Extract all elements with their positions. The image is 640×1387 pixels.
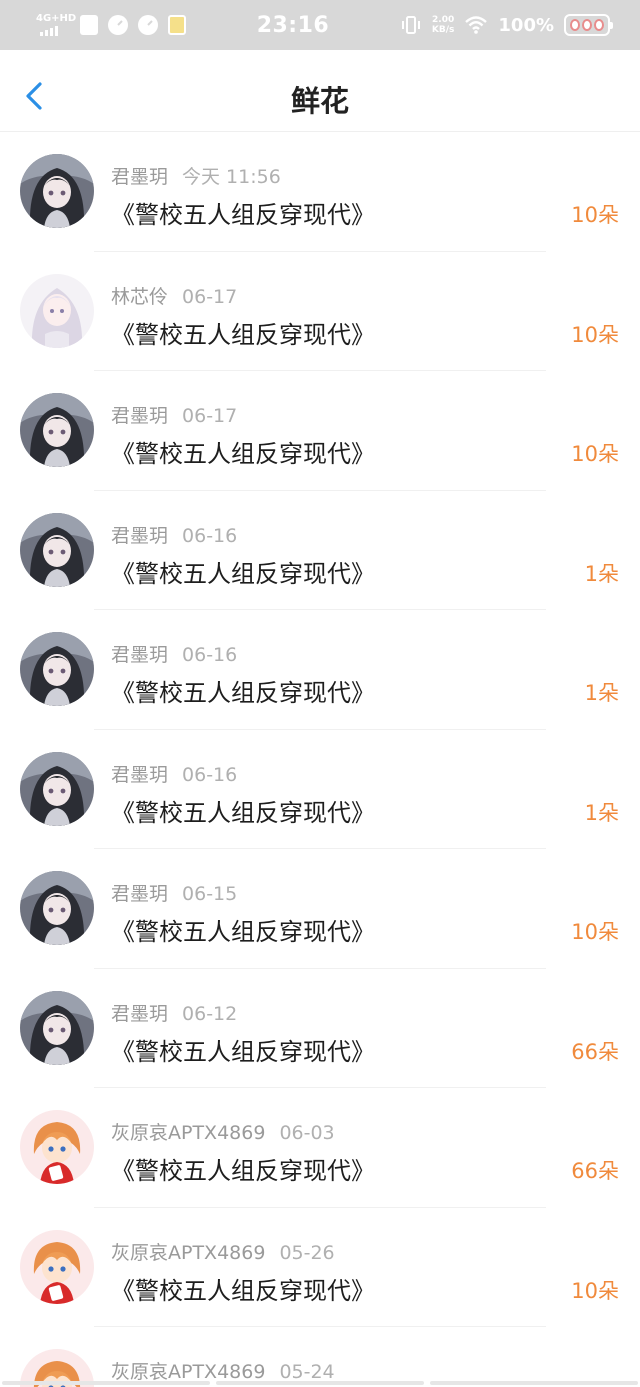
- flower-amount: 1朵: [584, 561, 619, 586]
- avatar[interactable]: [20, 632, 94, 706]
- status-bar: 4G+HD 23:16 2.00 KB/s 100%: [0, 0, 640, 50]
- flower-amount: 10朵: [571, 1278, 619, 1303]
- flower-records-screen: 4G+HD 23:16 2.00 KB/s 100% 鲜花 君墨玥 今天 11:…: [0, 0, 640, 1387]
- avatar[interactable]: [20, 154, 94, 228]
- list-item[interactable]: 君墨玥 今天 11:56 《警校五人组反穿现代》 10朵: [0, 132, 640, 252]
- record-meta: 君墨玥 今天 11:56: [111, 162, 281, 189]
- avatar[interactable]: [20, 751, 94, 826]
- clipboard-icon: [80, 15, 98, 35]
- list-item[interactable]: 君墨玥 06-15 《警校五人组反穿现代》 10朵: [0, 849, 640, 969]
- avatar[interactable]: [20, 1229, 94, 1304]
- wifi-icon: [465, 16, 488, 34]
- book-title[interactable]: 《警校五人组反穿现代》: [111, 434, 375, 469]
- book-title[interactable]: 《警校五人组反穿现代》: [111, 1032, 375, 1067]
- battery-percent: 100%: [498, 14, 554, 36]
- list-item[interactable]: 灰原哀APTX4869 06-03 《警校五人组反穿现代》 66朵: [0, 1088, 640, 1208]
- book-title[interactable]: 《警校五人组反穿现代》: [111, 1151, 375, 1186]
- flower-amount: 66朵: [571, 1159, 619, 1183]
- app-notification-icon: [168, 15, 186, 35]
- record-time: 今天 11:56: [182, 166, 281, 188]
- record-meta: 君墨玥 06-12: [111, 999, 237, 1026]
- user-name[interactable]: 君墨玥: [111, 644, 168, 666]
- status-right: 2.00 KB/s 100%: [400, 14, 613, 36]
- avatar[interactable]: [20, 871, 94, 945]
- list-item[interactable]: 灰原哀APTX4869 05-24: [0, 1327, 640, 1387]
- list-item[interactable]: 灰原哀APTX4869 05-26 《警校五人组反穿现代》 10朵: [0, 1208, 640, 1327]
- list-item[interactable]: 君墨玥 06-16 《警校五人组反穿现代》 1朵: [0, 610, 640, 730]
- list-item[interactable]: 君墨玥 06-16 《警校五人组反穿现代》 1朵: [0, 730, 640, 849]
- book-title[interactable]: 《警校五人组反穿现代》: [111, 912, 375, 947]
- network-type: 4G+HD: [36, 13, 77, 24]
- signal-icon: 4G+HD: [36, 10, 76, 40]
- user-name[interactable]: 君墨玥: [111, 1003, 168, 1025]
- flower-amount: 66朵: [571, 1039, 619, 1064]
- flower-amount: 10朵: [571, 203, 619, 227]
- record-time: 05-24: [279, 1361, 335, 1383]
- record-meta: 灰原哀APTX4869 05-24: [111, 1357, 335, 1384]
- list-item[interactable]: 林芯伶 06-17 《警校五人组反穿现代》 10朵: [0, 252, 640, 371]
- user-name[interactable]: 灰原哀APTX4869: [111, 1242, 265, 1264]
- book-title[interactable]: 《警校五人组反穿现代》: [111, 1271, 375, 1306]
- record-meta: 灰原哀APTX4869 06-03: [111, 1118, 335, 1145]
- book-title[interactable]: 《警校五人组反穿现代》: [111, 195, 375, 230]
- book-title[interactable]: 《警校五人组反穿现代》: [111, 793, 375, 828]
- user-name[interactable]: 君墨玥: [111, 764, 168, 786]
- user-name[interactable]: 林芯伶: [111, 286, 168, 308]
- record-meta: 君墨玥 06-16: [111, 521, 237, 548]
- user-name[interactable]: 灰原哀APTX4869: [111, 1122, 265, 1144]
- user-name[interactable]: 灰原哀APTX4869: [111, 1361, 265, 1383]
- record-meta: 君墨玥 06-15: [111, 879, 237, 906]
- record-meta: 林芯伶 06-17: [111, 282, 237, 309]
- clock: 23:16: [256, 12, 330, 38]
- avatar[interactable]: [20, 1110, 94, 1184]
- flower-amount: 1朵: [584, 681, 619, 705]
- record-time: 06-17: [182, 405, 238, 427]
- list-item[interactable]: 君墨玥 06-16 《警校五人组反穿现代》 1朵: [0, 491, 640, 610]
- flower-record-list: 君墨玥 今天 11:56 《警校五人组反穿现代》 10朵 林芯伶 06-17 《警校…: [0, 132, 640, 1387]
- list-item[interactable]: 君墨玥 06-12 《警校五人组反穿现代》 66朵: [0, 969, 640, 1088]
- bottom-indicator: [0, 1381, 640, 1387]
- nav-header: 鲜花: [0, 50, 640, 132]
- user-name[interactable]: 君墨玥: [111, 166, 168, 188]
- avatar[interactable]: [20, 393, 94, 467]
- record-time: 06-15: [182, 883, 238, 905]
- avatar[interactable]: [20, 512, 94, 587]
- record-time: 06-16: [182, 524, 238, 547]
- list-item[interactable]: 君墨玥 06-17 《警校五人组反穿现代》 10朵: [0, 371, 640, 491]
- record-time: 06-16: [182, 644, 238, 666]
- flower-amount: 1朵: [584, 800, 619, 825]
- net-speed: 2.00 KB/s: [431, 15, 455, 35]
- record-time: 06-12: [182, 1002, 238, 1025]
- battery-icon: [564, 14, 613, 36]
- record-meta: 君墨玥 06-17: [111, 401, 237, 428]
- record-meta: 君墨玥 06-16: [111, 640, 237, 667]
- status-left: 4G+HD: [36, 10, 186, 40]
- record-meta: 君墨玥 06-16: [111, 760, 237, 787]
- record-time: 06-03: [279, 1122, 335, 1144]
- avatar[interactable]: [20, 990, 94, 1065]
- vibrate-icon: [401, 16, 420, 34]
- page-title: 鲜花: [290, 84, 349, 118]
- record-time: 06-17: [182, 285, 238, 308]
- record-time: 05-26: [279, 1241, 335, 1264]
- book-title[interactable]: 《警校五人组反穿现代》: [111, 673, 375, 708]
- flower-amount: 10朵: [571, 920, 619, 944]
- record-meta: 灰原哀APTX4869 05-26: [111, 1238, 335, 1265]
- user-name[interactable]: 君墨玥: [111, 883, 168, 905]
- flower-amount: 10朵: [571, 322, 619, 347]
- book-title[interactable]: 《警校五人组反穿现代》: [111, 315, 375, 350]
- user-name[interactable]: 君墨玥: [111, 405, 168, 427]
- gauge-icon: [138, 15, 158, 35]
- book-title[interactable]: 《警校五人组反穿现代》: [111, 554, 375, 589]
- avatar[interactable]: [20, 273, 94, 348]
- record-time: 06-16: [182, 763, 238, 786]
- flower-amount: 10朵: [571, 442, 619, 466]
- gauge-icon: [108, 15, 128, 35]
- user-name[interactable]: 君墨玥: [111, 525, 168, 547]
